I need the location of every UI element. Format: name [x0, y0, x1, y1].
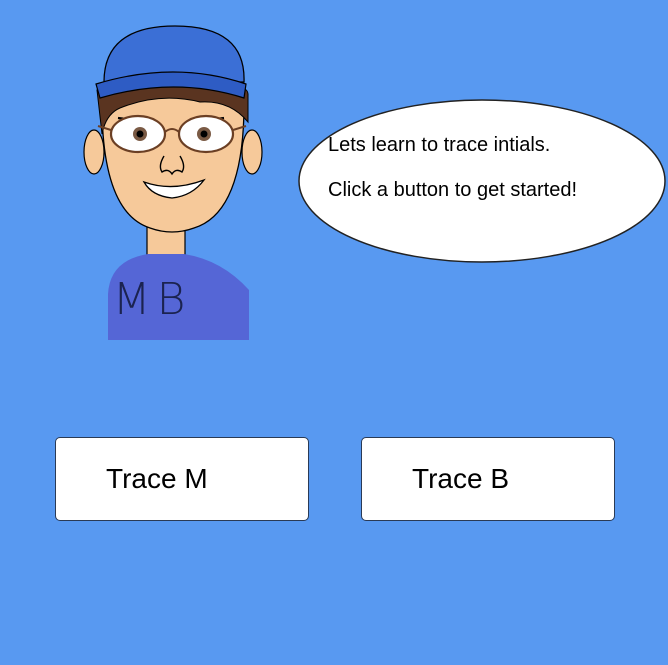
shirt-initials: MB — [113, 274, 192, 325]
trace-m-button[interactable]: Trace M — [55, 437, 309, 521]
speech-bubble: Lets learn to trace intials. Click a but… — [297, 98, 667, 264]
bubble-text-line-1: Lets learn to trace intials. — [328, 134, 551, 156]
face — [101, 93, 245, 233]
left-ear — [83, 129, 105, 175]
trace-b-button[interactable]: Trace B — [361, 437, 615, 521]
bubble-text-line-2: Click a button to get started! — [328, 179, 578, 201]
right-ear — [241, 129, 263, 175]
teacher-character: MB — [83, 25, 263, 340]
stage: MB Lets learn to trace intials. Click a … — [0, 0, 668, 665]
